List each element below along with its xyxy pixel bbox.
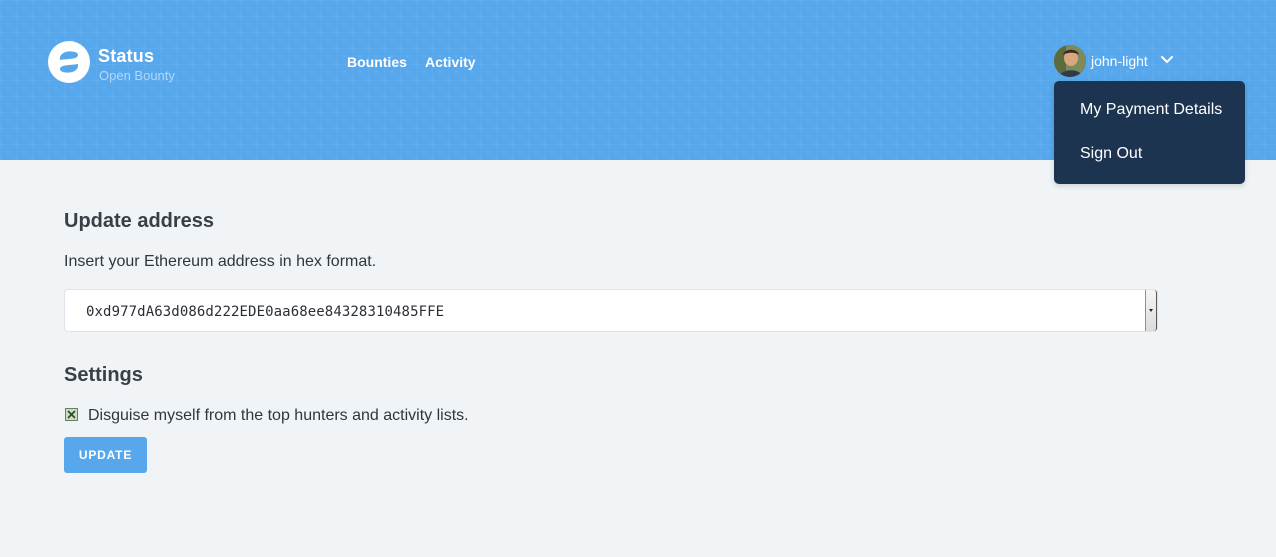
menu-item-payment-details[interactable]: My Payment Details: [1080, 101, 1222, 119]
update-button[interactable]: UPDATE: [64, 437, 147, 473]
input-scroll-handle[interactable]: [1145, 290, 1157, 331]
disguise-checkbox[interactable]: [65, 408, 78, 421]
ethereum-address-input[interactable]: 0xd977dA63d086d222EDE0aa68ee84328310485F…: [64, 289, 1158, 332]
settings-heading: Settings: [64, 364, 143, 386]
username-menu-toggle[interactable]: john-light: [1091, 53, 1148, 69]
menu-item-sign-out[interactable]: Sign Out: [1080, 145, 1142, 163]
status-logo-icon[interactable]: [48, 41, 90, 83]
nav-activity-link[interactable]: Activity: [425, 54, 476, 70]
user-dropdown-menu: My Payment Details Sign Out: [1054, 81, 1245, 184]
update-address-heading: Update address: [64, 210, 215, 232]
brand-subtitle: Open Bounty: [99, 68, 175, 83]
user-avatar[interactable]: [1054, 45, 1086, 77]
address-instruction-text: Insert your Ethereum address in hex form…: [64, 253, 377, 270]
chevron-down-icon[interactable]: [1160, 53, 1174, 65]
brand-title[interactable]: Status: [98, 46, 154, 67]
nav-bounties-link[interactable]: Bounties: [347, 54, 407, 70]
address-value[interactable]: 0xd977dA63d086d222EDE0aa68ee84328310485F…: [86, 304, 444, 320]
disguise-checkbox-label[interactable]: Disguise myself from the top hunters and…: [88, 407, 469, 425]
